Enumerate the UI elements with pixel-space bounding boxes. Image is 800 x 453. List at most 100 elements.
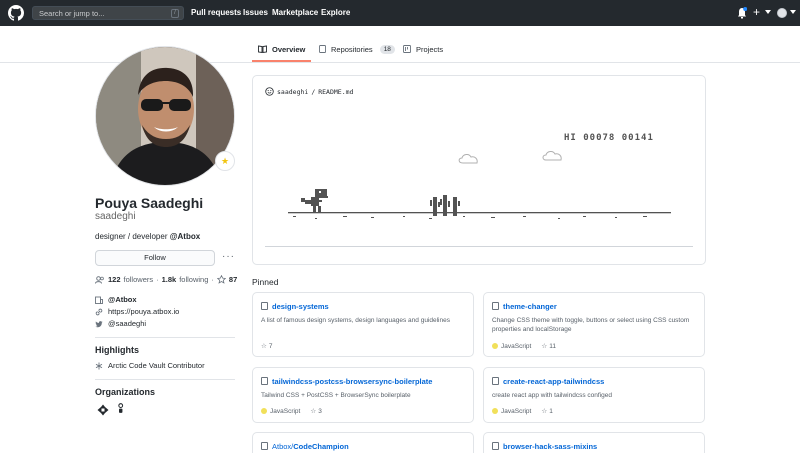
profile-bio: designer / developer @Atbox bbox=[95, 232, 200, 241]
profile-website: https://pouya.atbox.io bbox=[95, 307, 179, 316]
repo-icon bbox=[261, 377, 268, 385]
stars-count[interactable]: 87 bbox=[229, 275, 237, 284]
repo-language: JavaScript bbox=[501, 342, 532, 350]
project-icon bbox=[403, 45, 411, 53]
repo-icon bbox=[319, 45, 326, 53]
followers-label[interactable]: followers bbox=[124, 275, 154, 284]
repo-owner[interactable]: Atbox/ bbox=[272, 442, 293, 451]
repo-name[interactable]: CodeChampion bbox=[293, 442, 348, 451]
follow-stats: 122 followers · 1.8k following · 87 bbox=[95, 275, 237, 284]
pinned-repo-card[interactable]: theme-changer Change CSS theme with togg… bbox=[483, 292, 705, 357]
tab-overview[interactable]: Overview bbox=[252, 40, 311, 62]
repo-name-link[interactable]: design-systems bbox=[272, 302, 329, 311]
star-icon: ☆ bbox=[541, 408, 548, 415]
cactus-icon bbox=[430, 195, 460, 216]
nav-marketplace[interactable]: Marketplace bbox=[272, 8, 318, 17]
repo-icon bbox=[261, 442, 268, 450]
company-link[interactable]: @Atbox bbox=[108, 295, 137, 304]
create-new-icon[interactable]: + bbox=[753, 6, 760, 18]
tab-projects-label: Projects bbox=[416, 45, 444, 54]
follow-button[interactable]: Follow bbox=[95, 250, 215, 266]
repo-icon bbox=[492, 442, 499, 450]
repo-meta: ☆ 7 bbox=[261, 342, 272, 350]
language-color-dot bbox=[261, 407, 267, 414]
readme-divider bbox=[265, 246, 693, 247]
repo-name-link[interactable]: theme-changer bbox=[503, 302, 557, 311]
repo-name-link[interactable]: Atbox/CodeChampion bbox=[272, 442, 349, 451]
language-color-dot bbox=[492, 342, 498, 349]
pinned-repo-card[interactable]: create-react-app-tailwindcss create reac… bbox=[483, 367, 705, 423]
language-color-dot bbox=[492, 407, 498, 414]
top-navbar: Search or jump to... / Pull requests Iss… bbox=[0, 0, 800, 26]
profile-readme: saadeghi / README.md HI 00078 00141 bbox=[252, 75, 706, 265]
repo-language: JavaScript bbox=[270, 407, 301, 415]
repo-description: create react app with tailwindcss config… bbox=[492, 392, 612, 399]
cloud-icon bbox=[458, 151, 562, 164]
pinned-repo-card[interactable]: browser-hack-sass-mixins bbox=[483, 432, 705, 453]
book-icon bbox=[258, 45, 267, 53]
search-input[interactable]: Search or jump to... / bbox=[32, 6, 184, 20]
tab-projects[interactable]: Projects bbox=[403, 40, 443, 62]
profile-avatar[interactable] bbox=[95, 46, 235, 186]
repo-description: A list of famous design systems, design … bbox=[261, 317, 450, 324]
followers-count[interactable]: 122 bbox=[108, 275, 121, 284]
user-dropdown-caret-icon[interactable] bbox=[790, 10, 796, 14]
nav-issues[interactable]: Issues bbox=[243, 8, 268, 17]
search-shortcut-key: / bbox=[171, 9, 179, 18]
tab-overview-label: Overview bbox=[272, 45, 306, 54]
bio-text: designer / developer bbox=[95, 232, 170, 241]
star-icon: ☆ bbox=[541, 343, 548, 350]
repo-stars[interactable]: 11 bbox=[549, 343, 556, 350]
repo-meta: JavaScript ☆ 3 bbox=[261, 407, 322, 415]
pinned-repo-card[interactable]: tailwindcss-postcss-browsersync-boilerpl… bbox=[252, 367, 474, 423]
repo-language: JavaScript bbox=[501, 407, 532, 415]
twitter-icon bbox=[95, 320, 103, 327]
dino-game-image bbox=[288, 151, 671, 219]
people-icon bbox=[95, 275, 104, 284]
bio-org-link[interactable]: @Atbox bbox=[170, 232, 200, 241]
repo-description: Change CSS theme with toggle, buttons or… bbox=[492, 317, 690, 333]
profile-full-name: Pouya Saadeghi bbox=[95, 195, 204, 211]
organizations-heading: Organizations bbox=[95, 387, 156, 397]
repo-name-link[interactable]: tailwindcss-postcss-browsersync-boilerpl… bbox=[272, 377, 432, 386]
arctic-vault-icon bbox=[95, 362, 103, 369]
pinned-repo-card[interactable]: design-systems A list of famous design s… bbox=[252, 292, 474, 357]
nav-explore[interactable]: Explore bbox=[321, 8, 350, 17]
organization-avatar-icon[interactable] bbox=[97, 404, 109, 416]
highlight-label[interactable]: Arctic Code Vault Contributor bbox=[108, 361, 205, 370]
profile-company: @Atbox bbox=[95, 295, 137, 304]
game-score: HI 00078 00141 bbox=[564, 133, 654, 143]
status-badge[interactable]: ★ bbox=[215, 151, 235, 171]
following-label[interactable]: following bbox=[179, 275, 208, 284]
more-actions-button[interactable]: ··· bbox=[222, 251, 235, 262]
repo-meta: JavaScript ☆ 1 bbox=[492, 407, 553, 415]
website-link[interactable]: https://pouya.atbox.io bbox=[108, 307, 179, 316]
link-icon bbox=[95, 308, 103, 315]
tab-repositories[interactable]: Repositories 18 bbox=[319, 40, 395, 62]
organization-icon bbox=[95, 296, 103, 304]
user-avatar-menu[interactable] bbox=[777, 8, 787, 18]
organization-avatar-icon[interactable] bbox=[116, 403, 128, 415]
repo-name-link[interactable]: create-react-app-tailwindcss bbox=[503, 377, 604, 386]
twitter-link[interactable]: @saadeghi bbox=[108, 319, 146, 328]
star-icon: ☆ bbox=[310, 408, 317, 415]
profile-username: saadeghi bbox=[95, 211, 136, 222]
tab-repositories-label: Repositories bbox=[331, 45, 373, 54]
github-logo-icon[interactable] bbox=[8, 5, 24, 21]
following-count[interactable]: 1.8k bbox=[162, 275, 177, 284]
notifications-bell-icon[interactable] bbox=[737, 7, 747, 19]
star-icon: ☆ bbox=[261, 343, 267, 350]
repositories-count-badge: 18 bbox=[379, 45, 395, 54]
repo-stars[interactable]: 3 bbox=[318, 408, 322, 415]
repo-stars[interactable]: 7 bbox=[269, 343, 273, 350]
repo-icon bbox=[492, 377, 499, 385]
nav-pull-requests[interactable]: Pull requests bbox=[191, 8, 241, 17]
highlight-item: Arctic Code Vault Contributor bbox=[95, 361, 205, 370]
repo-stars[interactable]: 1 bbox=[549, 408, 553, 415]
pinned-repo-card[interactable]: Atbox/CodeChampion bbox=[252, 432, 474, 453]
repo-name-link[interactable]: browser-hack-sass-mixins bbox=[503, 442, 597, 451]
star-icon bbox=[216, 275, 226, 284]
create-dropdown-caret-icon[interactable] bbox=[765, 10, 771, 14]
repo-description: Tailwind CSS + PostCSS + BrowserSync boi… bbox=[261, 392, 411, 399]
repo-icon bbox=[492, 302, 499, 310]
